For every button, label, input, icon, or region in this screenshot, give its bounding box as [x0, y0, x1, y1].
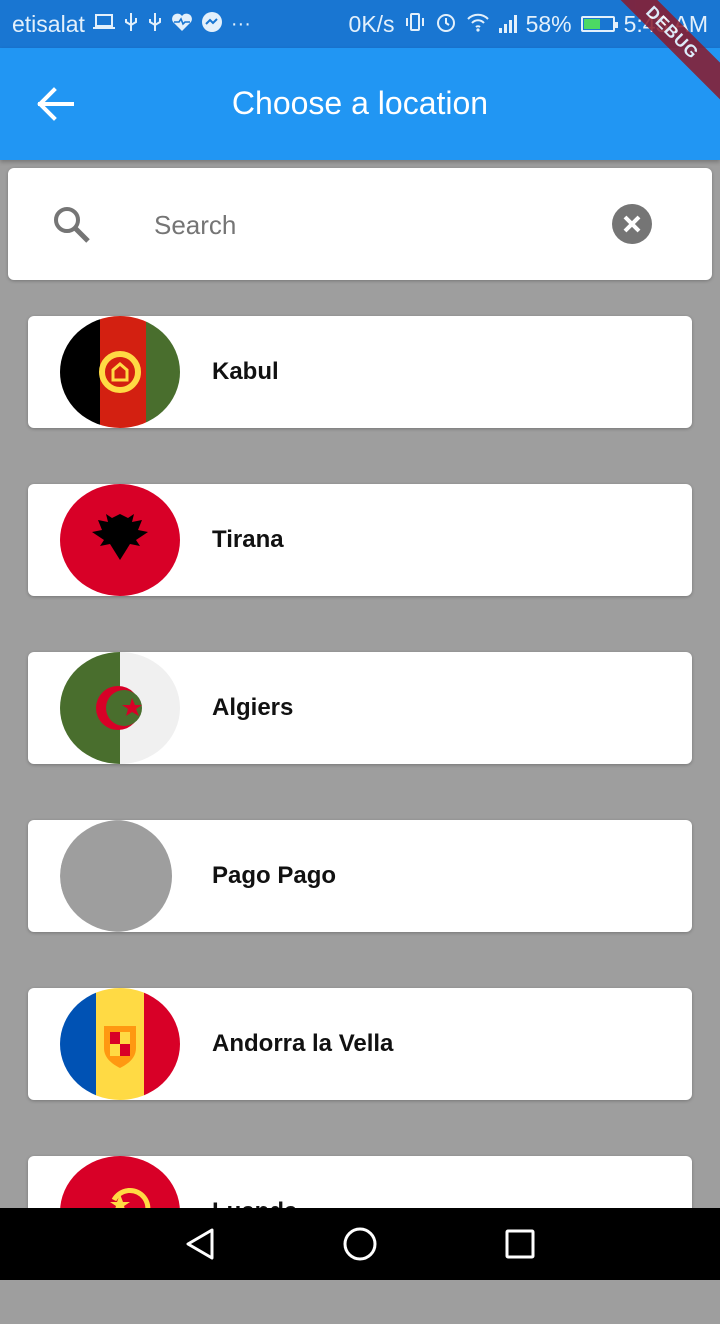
signal-icon	[498, 15, 517, 33]
albania-flag-icon	[60, 484, 180, 596]
search-card	[8, 168, 712, 280]
laptop-icon	[92, 13, 115, 35]
wifi-icon	[466, 12, 490, 36]
carrier-label: etisalat	[12, 10, 85, 37]
search-icon	[54, 207, 90, 243]
vibrate-icon	[404, 11, 426, 37]
andorra-flag-icon	[60, 988, 180, 1100]
afghanistan-flag-icon	[60, 316, 180, 428]
nav-recents-button[interactable]	[502, 1226, 538, 1262]
nav-back-button[interactable]	[182, 1226, 218, 1262]
list-item-andorra-la-vella[interactable]: Andorra la Vella	[28, 988, 692, 1100]
usb-icon	[123, 11, 139, 37]
recents-square-icon	[505, 1229, 535, 1259]
algeria-flag-icon	[60, 652, 180, 764]
list-item-algiers[interactable]: Algiers	[28, 652, 692, 764]
back-button[interactable]	[36, 86, 76, 122]
location-label: Andorra la Vella	[212, 1030, 394, 1057]
app-bar: Choose a location	[0, 48, 720, 160]
list-item-tirana[interactable]: Tirana	[28, 484, 692, 596]
page-title: Choose a location	[231, 85, 489, 121]
clear-circle-icon	[623, 215, 641, 233]
arrow-back-icon	[37, 87, 74, 121]
more-icon: ···	[230, 13, 251, 35]
battery-charging-icon	[580, 16, 618, 32]
status-bar: etisalat ··· 0K/s 58%	[0, 0, 720, 48]
location-list: Kabul Tirana Algiers Pago Pago Andorra l…	[28, 316, 692, 1324]
navigation-bar	[0, 1208, 720, 1280]
nav-home-button[interactable]	[342, 1226, 378, 1262]
clear-search-button[interactable]	[612, 204, 652, 244]
home-circle-icon	[343, 1227, 377, 1261]
location-label: Algiers	[212, 694, 294, 721]
location-label: Tirana	[212, 526, 284, 553]
network-speed: 0K/s	[348, 10, 395, 37]
placeholder-flag-icon	[60, 820, 180, 932]
usb-icon	[147, 11, 163, 37]
back-triangle-icon	[186, 1228, 214, 1260]
search-input[interactable]	[152, 198, 576, 252]
heart-rate-icon	[171, 12, 193, 36]
list-item-pago-pago[interactable]: Pago Pago	[28, 820, 692, 932]
list-item-kabul[interactable]: Kabul	[28, 316, 692, 428]
messenger-icon	[201, 11, 223, 37]
alarm-icon	[435, 11, 457, 37]
location-label: Kabul	[212, 358, 279, 385]
location-label: Pago Pago	[212, 862, 337, 889]
battery-level-fill	[583, 19, 600, 29]
battery-percent: 58%	[525, 10, 572, 37]
